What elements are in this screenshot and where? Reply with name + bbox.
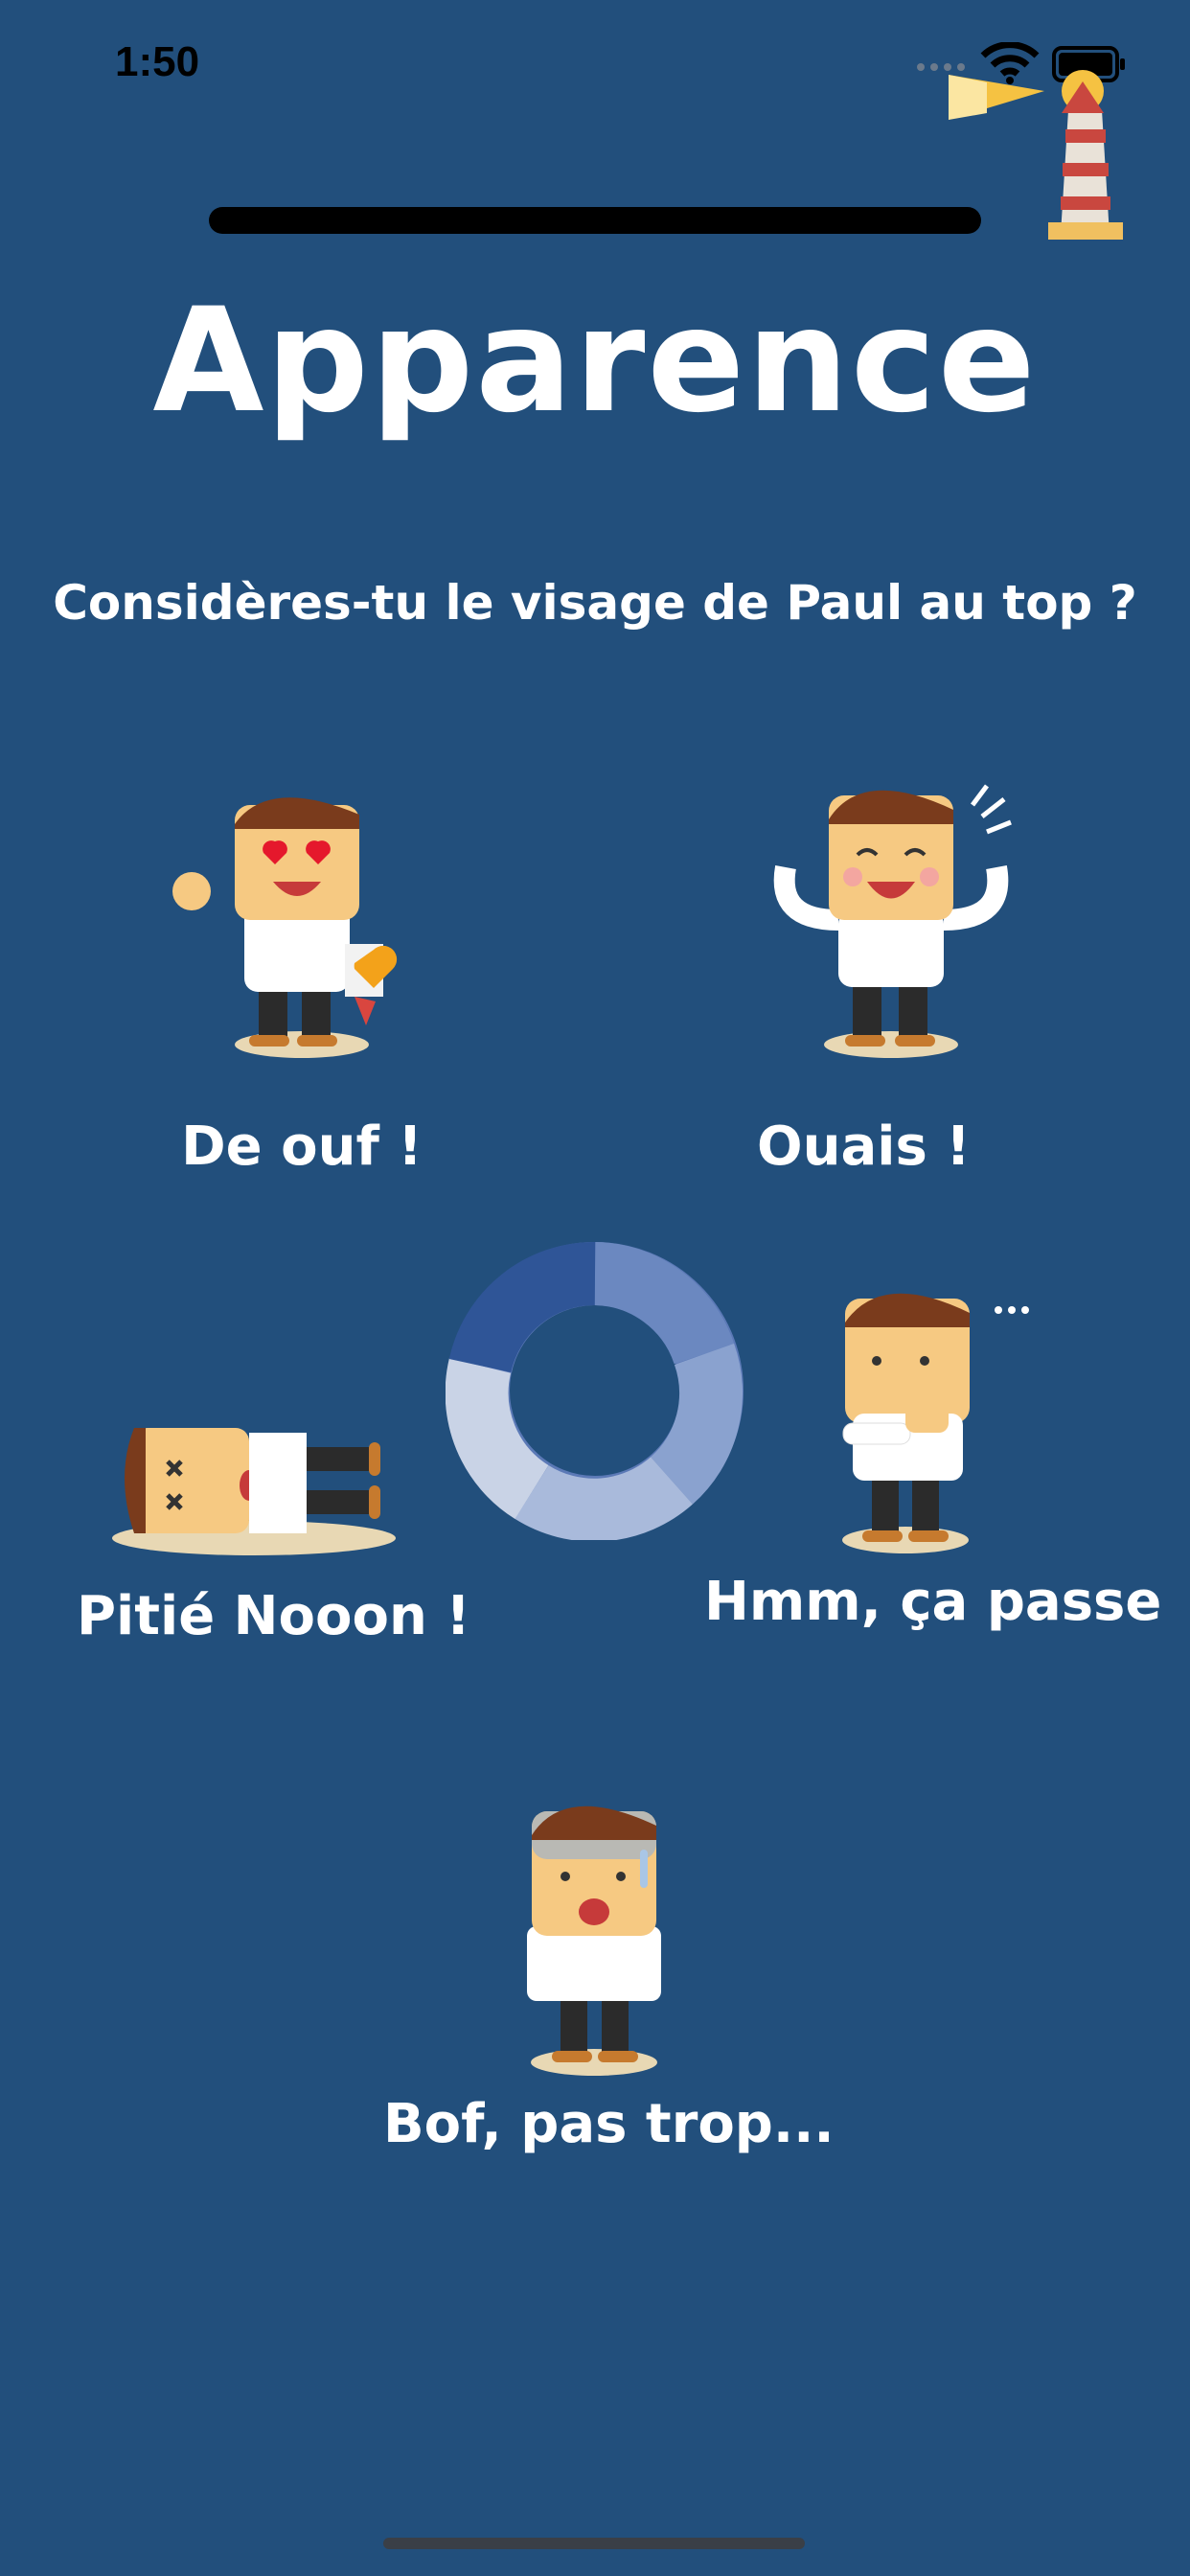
option-label: Bof, pas trop... [383, 2093, 835, 2155]
character-shocked-icon [527, 1806, 661, 2076]
option-pitie-nooon[interactable]: Pitié Nooon ! [77, 1409, 470, 1658]
question-text: Considères-tu le visage de Paul au top ? [53, 575, 1137, 631]
option-bof-pas-trop[interactable]: Bof, pas trop... [383, 1792, 835, 2156]
character-happy-icon [773, 784, 1012, 1058]
option-label: Hmm, ça passe [704, 1571, 1162, 1633]
option-hmm-ca-passe[interactable]: Hmm, ça passe [699, 1279, 1162, 1644]
option-de-ouf[interactable]: De ouf ! [153, 776, 450, 1179]
option-label: Ouais ! [757, 1116, 971, 1178]
status-time: 1:50 [115, 38, 200, 85]
progress-bar [209, 207, 981, 234]
option-label: De ouf ! [181, 1116, 423, 1178]
option-label: Pitié Nooon ! [77, 1585, 470, 1647]
page-title: Apparence [152, 278, 1038, 445]
character-love-icon [172, 797, 398, 1058]
home-indicator [383, 2538, 805, 2549]
character-thinking-icon [842, 1293, 1029, 1553]
option-ouais[interactable]: Ouais ! [757, 776, 1044, 1179]
character-knocked-out-icon [112, 1428, 396, 1555]
